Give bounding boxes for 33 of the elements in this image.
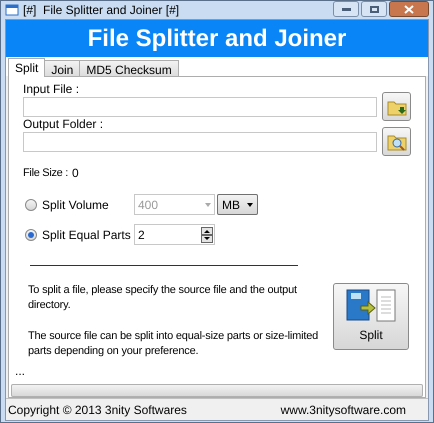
minimize-button[interactable] bbox=[333, 1, 359, 17]
close-icon bbox=[404, 4, 414, 14]
unit-dropdown[interactable]: MB bbox=[217, 194, 258, 215]
output-folder-field[interactable] bbox=[23, 132, 378, 152]
folder-search-icon bbox=[386, 132, 407, 150]
radio-button[interactable] bbox=[25, 228, 37, 240]
file-size-value: 0 bbox=[72, 165, 78, 182]
spinner-arrows-icon[interactable] bbox=[201, 226, 213, 242]
window-title: [#] File Splitter and Joiner [#] bbox=[23, 2, 180, 19]
maximize-button[interactable] bbox=[361, 1, 387, 17]
field-label: Output Folder : bbox=[23, 116, 104, 130]
website-text: www.3nitysoftware.com bbox=[280, 402, 406, 418]
info-text: The source file can be split into equal-size parts or size-limited parts depending on your preference. bbox=[28, 329, 320, 359]
copyright-text: Copyright © 2013 3nity Softwares bbox=[8, 402, 187, 418]
input-file-field[interactable] bbox=[23, 97, 378, 117]
app-icon bbox=[5, 4, 19, 16]
option-label: Split Volume bbox=[42, 196, 110, 214]
tab[interactable]: Split bbox=[8, 58, 46, 77]
close-button[interactable] bbox=[389, 1, 429, 17]
radio-button[interactable] bbox=[25, 198, 37, 210]
status-text: ... bbox=[15, 363, 26, 380]
app-banner: File Splitter and Joiner bbox=[6, 20, 428, 57]
book-to-page-icon bbox=[344, 289, 398, 323]
parts-spin-box[interactable]: 2 bbox=[134, 224, 215, 245]
tab[interactable]: MD5 Checksum bbox=[79, 60, 179, 76]
split-button[interactable]: Split bbox=[333, 283, 409, 350]
field-label: Input File : bbox=[23, 81, 80, 95]
option-label: Split Equal Parts bbox=[42, 226, 132, 244]
info-text: To split a file, please specify the source file and the output directory. bbox=[28, 283, 298, 313]
file-size-label: File Size : bbox=[23, 166, 68, 181]
browse-file-button[interactable] bbox=[382, 92, 411, 121]
browse-folder-button[interactable] bbox=[382, 127, 411, 156]
tab[interactable]: Join bbox=[44, 60, 80, 76]
